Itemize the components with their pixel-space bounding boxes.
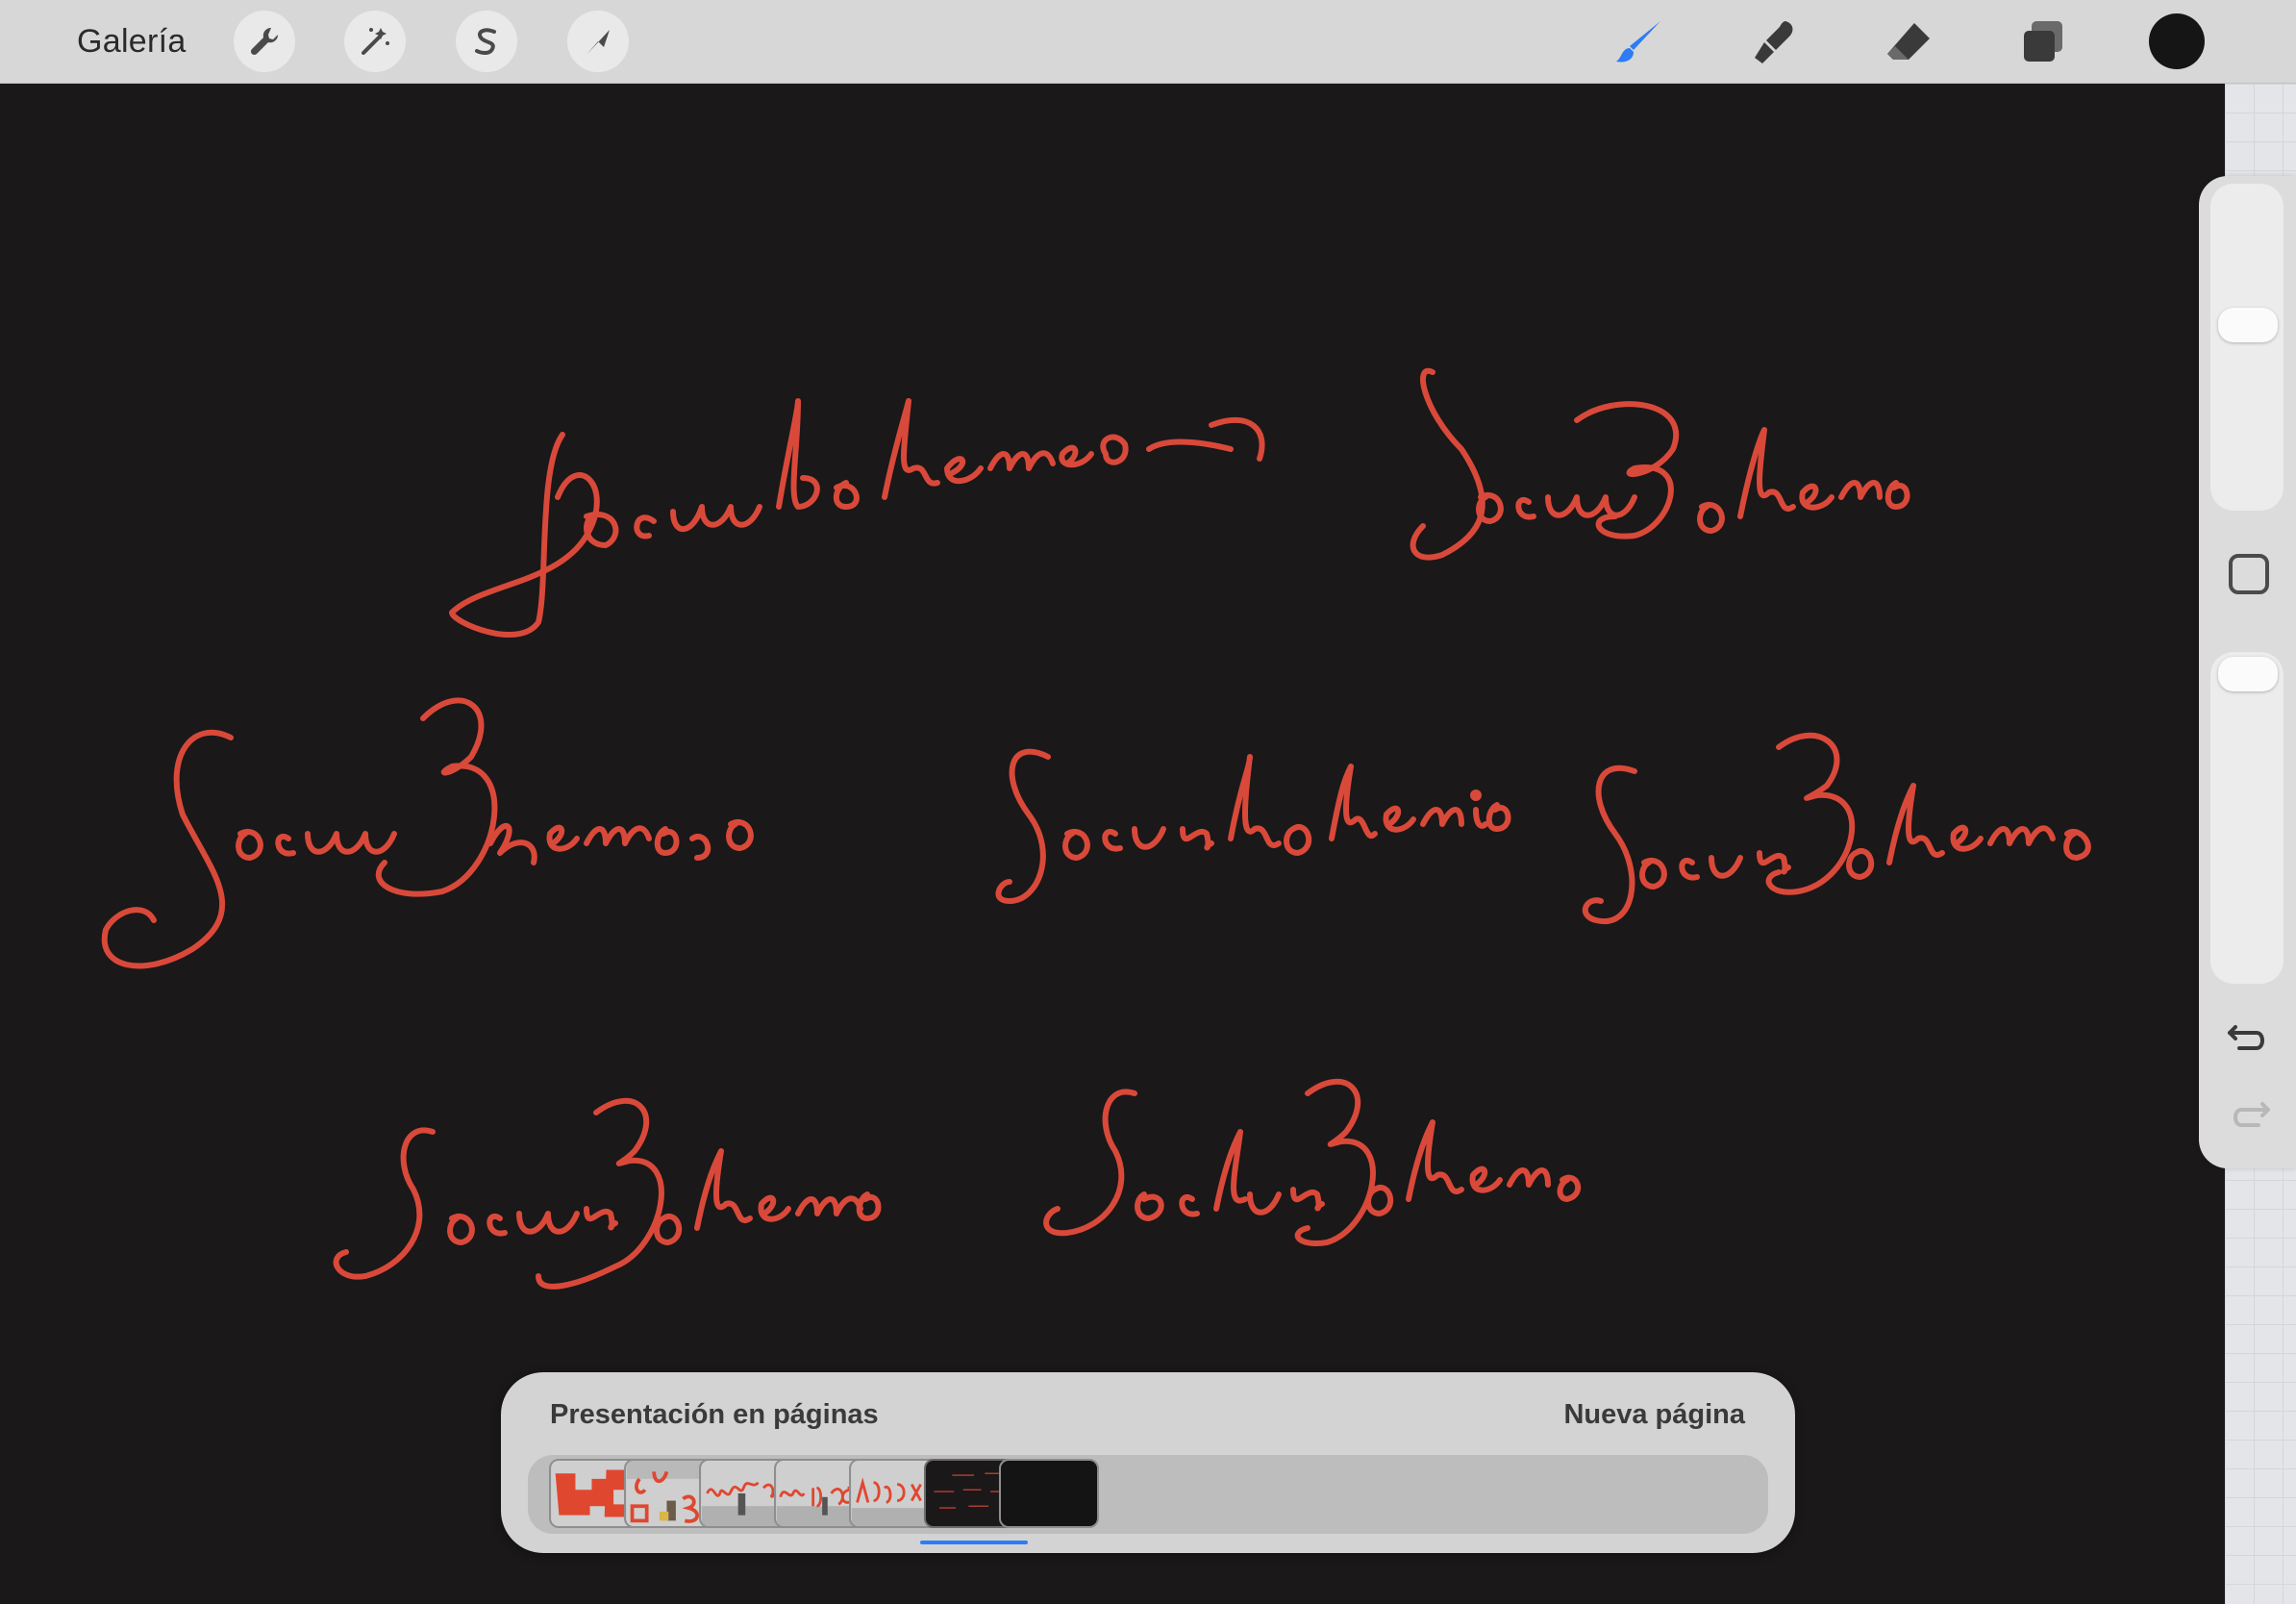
top-toolbar: Galería [0,0,2296,84]
side-panel [2199,176,2296,1168]
opacity-slider[interactable] [2210,652,2284,984]
page-assist-panel: Presentación en páginas Nueva página [501,1372,1795,1553]
layers-button[interactable] [2014,13,2072,71]
color-picker-button[interactable] [2149,13,2205,69]
magic-wand-icon [362,28,389,55]
signature-6 [333,1097,882,1290]
smudge-button[interactable] [1745,13,1803,71]
signature-5 [1582,732,2091,925]
actions-button[interactable] [234,11,295,72]
page-thumbnail-strip[interactable] [528,1455,1768,1544]
signature-1 [449,398,1265,638]
signature-2 [1410,367,1910,561]
eraser-icon [1887,23,1930,60]
transform-arrow-icon [586,30,610,55]
undo-icon[interactable] [2226,1017,2272,1056]
smudge-icon [1755,21,1793,63]
redo-icon[interactable] [2226,1094,2272,1133]
brush-size-handle[interactable] [2218,308,2278,342]
pages-title: Presentación en páginas [550,1399,879,1430]
gallery-button[interactable]: Galería [77,23,187,61]
signature-7 [1043,1078,1582,1246]
layers-icon [2024,21,2062,62]
selection-s-icon [475,28,496,55]
active-page-indicator [920,1541,1028,1544]
selection-button[interactable] [456,11,517,72]
brush-button[interactable] [1610,13,1668,71]
adjustments-button[interactable] [344,11,406,72]
brush-icon [1616,21,1660,63]
eraser-button[interactable] [1880,13,1937,71]
opacity-handle[interactable] [2218,657,2278,691]
page-thumb-7[interactable] [999,1459,1099,1528]
modify-button[interactable] [2229,554,2269,594]
new-page-button[interactable]: Nueva página [1563,1399,1745,1431]
brush-size-slider[interactable] [2210,184,2284,511]
transform-button[interactable] [567,11,629,72]
wrench-icon [250,27,279,56]
signature-4 [995,748,1511,904]
signature-3 [101,697,754,969]
